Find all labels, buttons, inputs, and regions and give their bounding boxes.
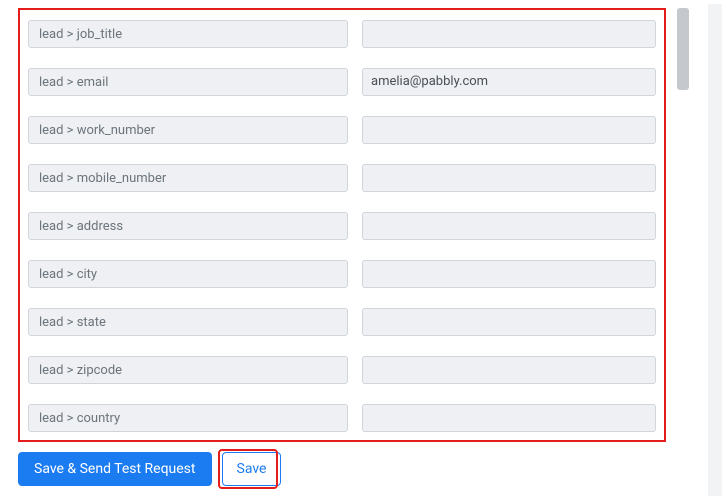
outer-scrollbar-track [708, 4, 722, 496]
field-value-input[interactable] [362, 260, 656, 288]
field-value-input[interactable] [362, 404, 656, 432]
field-label: lead > work_number [28, 116, 348, 144]
field-label: lead > mobile_number [28, 164, 348, 192]
field-value-input[interactable] [362, 68, 656, 96]
field-row: lead > email [20, 58, 664, 106]
field-row: lead > city [20, 250, 664, 298]
field-value-input[interactable] [362, 164, 656, 192]
save-button[interactable]: Save [222, 452, 282, 486]
field-row: lead > zipcode [20, 346, 664, 394]
field-label: lead > country [28, 404, 348, 432]
field-label: lead > address [28, 212, 348, 240]
field-mapping-panel: lead > job_title lead > email lead > wor… [18, 8, 666, 442]
field-label: lead > job_title [28, 20, 348, 48]
field-label: lead > email [28, 68, 348, 96]
panel-scrollbar-thumb[interactable] [677, 8, 689, 90]
field-label: lead > state [28, 308, 348, 336]
field-row: lead > work_number [20, 106, 664, 154]
field-scroll-area[interactable]: lead > job_title lead > email lead > wor… [20, 10, 664, 440]
action-button-row: Save & Send Test Request Save [18, 452, 281, 486]
field-label: lead > zipcode [28, 356, 348, 384]
field-value-input[interactable] [362, 212, 656, 240]
field-value-input[interactable] [362, 20, 656, 48]
field-row: lead > mobile_number [20, 154, 664, 202]
field-row: lead > job_title [20, 10, 664, 58]
field-row: lead > country [20, 394, 664, 440]
app-container: lead > job_title lead > email lead > wor… [0, 0, 726, 500]
field-value-input[interactable] [362, 308, 656, 336]
field-row: lead > state [20, 298, 664, 346]
field-value-input[interactable] [362, 356, 656, 384]
field-value-input[interactable] [362, 116, 656, 144]
panel-scrollbar-track[interactable] [676, 8, 690, 442]
save-send-test-button[interactable]: Save & Send Test Request [18, 452, 212, 486]
field-label: lead > city [28, 260, 348, 288]
field-row: lead > address [20, 202, 664, 250]
